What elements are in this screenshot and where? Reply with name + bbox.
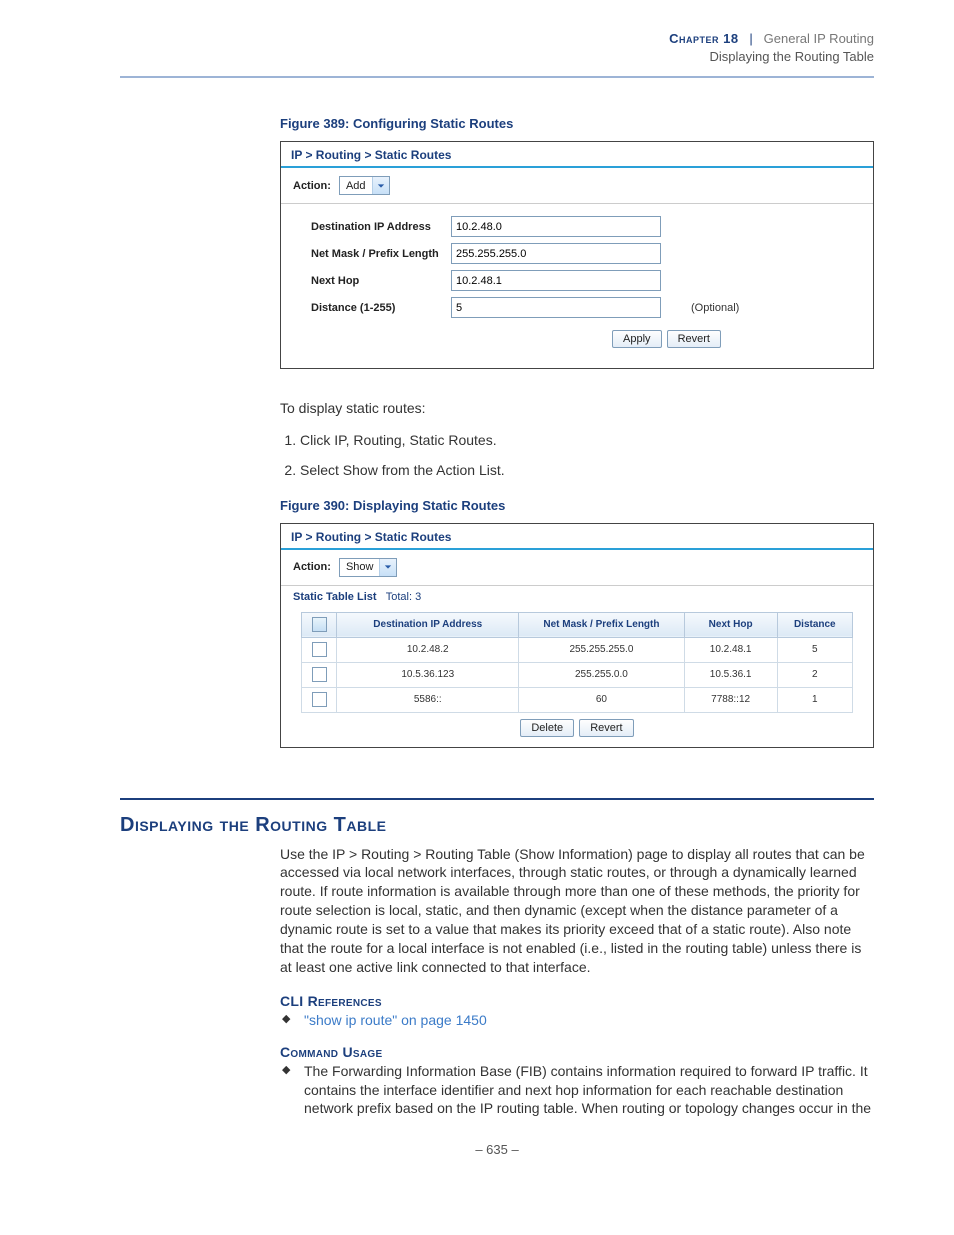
col-nexthop: Next Hop: [684, 612, 777, 637]
command-usage-heading: Command Usage: [280, 1044, 874, 1060]
cli-references-heading: CLI References: [280, 993, 874, 1009]
dest-ip-label: Destination IP Address: [311, 221, 451, 233]
section-rule: [120, 798, 874, 800]
netmask-input[interactable]: [451, 243, 661, 264]
command-usage-item: The Forwarding Information Base (FIB) co…: [280, 1062, 874, 1119]
col-distance: Distance: [777, 612, 852, 637]
action-select-value: Add: [340, 180, 372, 192]
static-routes-table: Destination IP Address Net Mask / Prefix…: [301, 612, 853, 713]
table-row: 10.2.48.2 255.255.255.0 10.2.48.1 5: [302, 637, 853, 662]
figure-389-panel: IP > Routing > Static Routes Action: Add…: [280, 141, 874, 369]
action-row: Action: Add: [281, 168, 873, 204]
distance-input[interactable]: [451, 297, 661, 318]
table-row: 5586:: 60 7788::12 1: [302, 687, 853, 712]
intro-text: To display static routes:: [280, 399, 874, 417]
col-mask: Net Mask / Prefix Length: [519, 612, 685, 637]
action-label: Action:: [293, 561, 331, 573]
dest-ip-input[interactable]: [451, 216, 661, 237]
action-select[interactable]: Add: [339, 176, 390, 195]
revert-button[interactable]: Revert: [579, 719, 633, 737]
section-paragraph: Use the IP > Routing > Routing Table (Sh…: [280, 845, 874, 977]
chevron-down-icon: [379, 559, 396, 576]
action-row: Action: Show: [281, 550, 873, 586]
figure-390-caption: Figure 390: Displaying Static Routes: [280, 498, 874, 513]
action-label: Action:: [293, 180, 331, 192]
header-subtitle: Displaying the Routing Table: [120, 48, 874, 66]
nexthop-input[interactable]: [451, 270, 661, 291]
row-checkbox[interactable]: [312, 642, 327, 657]
total-label: Total: 3: [386, 591, 421, 603]
delete-button[interactable]: Delete: [520, 719, 574, 737]
page-number: – 635 –: [120, 1142, 874, 1157]
figure-390-panel: IP > Routing > Static Routes Action: Sho…: [280, 523, 874, 748]
col-dest: Destination IP Address: [337, 612, 519, 637]
page-header: Chapter 18 | General IP Routing Displayi…: [120, 30, 874, 76]
netmask-label: Net Mask / Prefix Length: [311, 248, 451, 260]
action-select-value: Show: [340, 561, 380, 573]
distance-label: Distance (1-255): [311, 302, 451, 314]
table-row: 10.5.36.123 255.255.0.0 10.5.36.1 2: [302, 662, 853, 687]
cli-reference-link[interactable]: "show ip route" on page 1450: [304, 1012, 487, 1028]
chevron-down-icon: [372, 177, 389, 194]
action-select[interactable]: Show: [339, 558, 398, 577]
list-title: Static Table List: [293, 591, 377, 603]
breadcrumb: IP > Routing > Static Routes: [281, 142, 873, 168]
header-rule: [120, 76, 874, 78]
revert-button[interactable]: Revert: [667, 330, 721, 348]
optional-label: (Optional): [691, 302, 739, 314]
select-all-checkbox[interactable]: [312, 617, 327, 632]
apply-button[interactable]: Apply: [612, 330, 662, 348]
row-checkbox[interactable]: [312, 667, 327, 682]
breadcrumb: IP > Routing > Static Routes: [281, 524, 873, 550]
chapter-title: General IP Routing: [764, 31, 874, 46]
step-2: Select Show from the Action List.: [300, 462, 874, 478]
step-1: Click IP, Routing, Static Routes.: [300, 432, 874, 448]
nexthop-label: Next Hop: [311, 275, 451, 287]
cli-reference-item: "show ip route" on page 1450: [280, 1011, 874, 1030]
section-heading: Displaying the Routing Table: [120, 814, 874, 837]
figure-389-caption: Figure 389: Configuring Static Routes: [280, 116, 874, 131]
separator: |: [742, 31, 760, 46]
row-checkbox[interactable]: [312, 692, 327, 707]
chapter-label: Chapter 18: [669, 31, 738, 46]
